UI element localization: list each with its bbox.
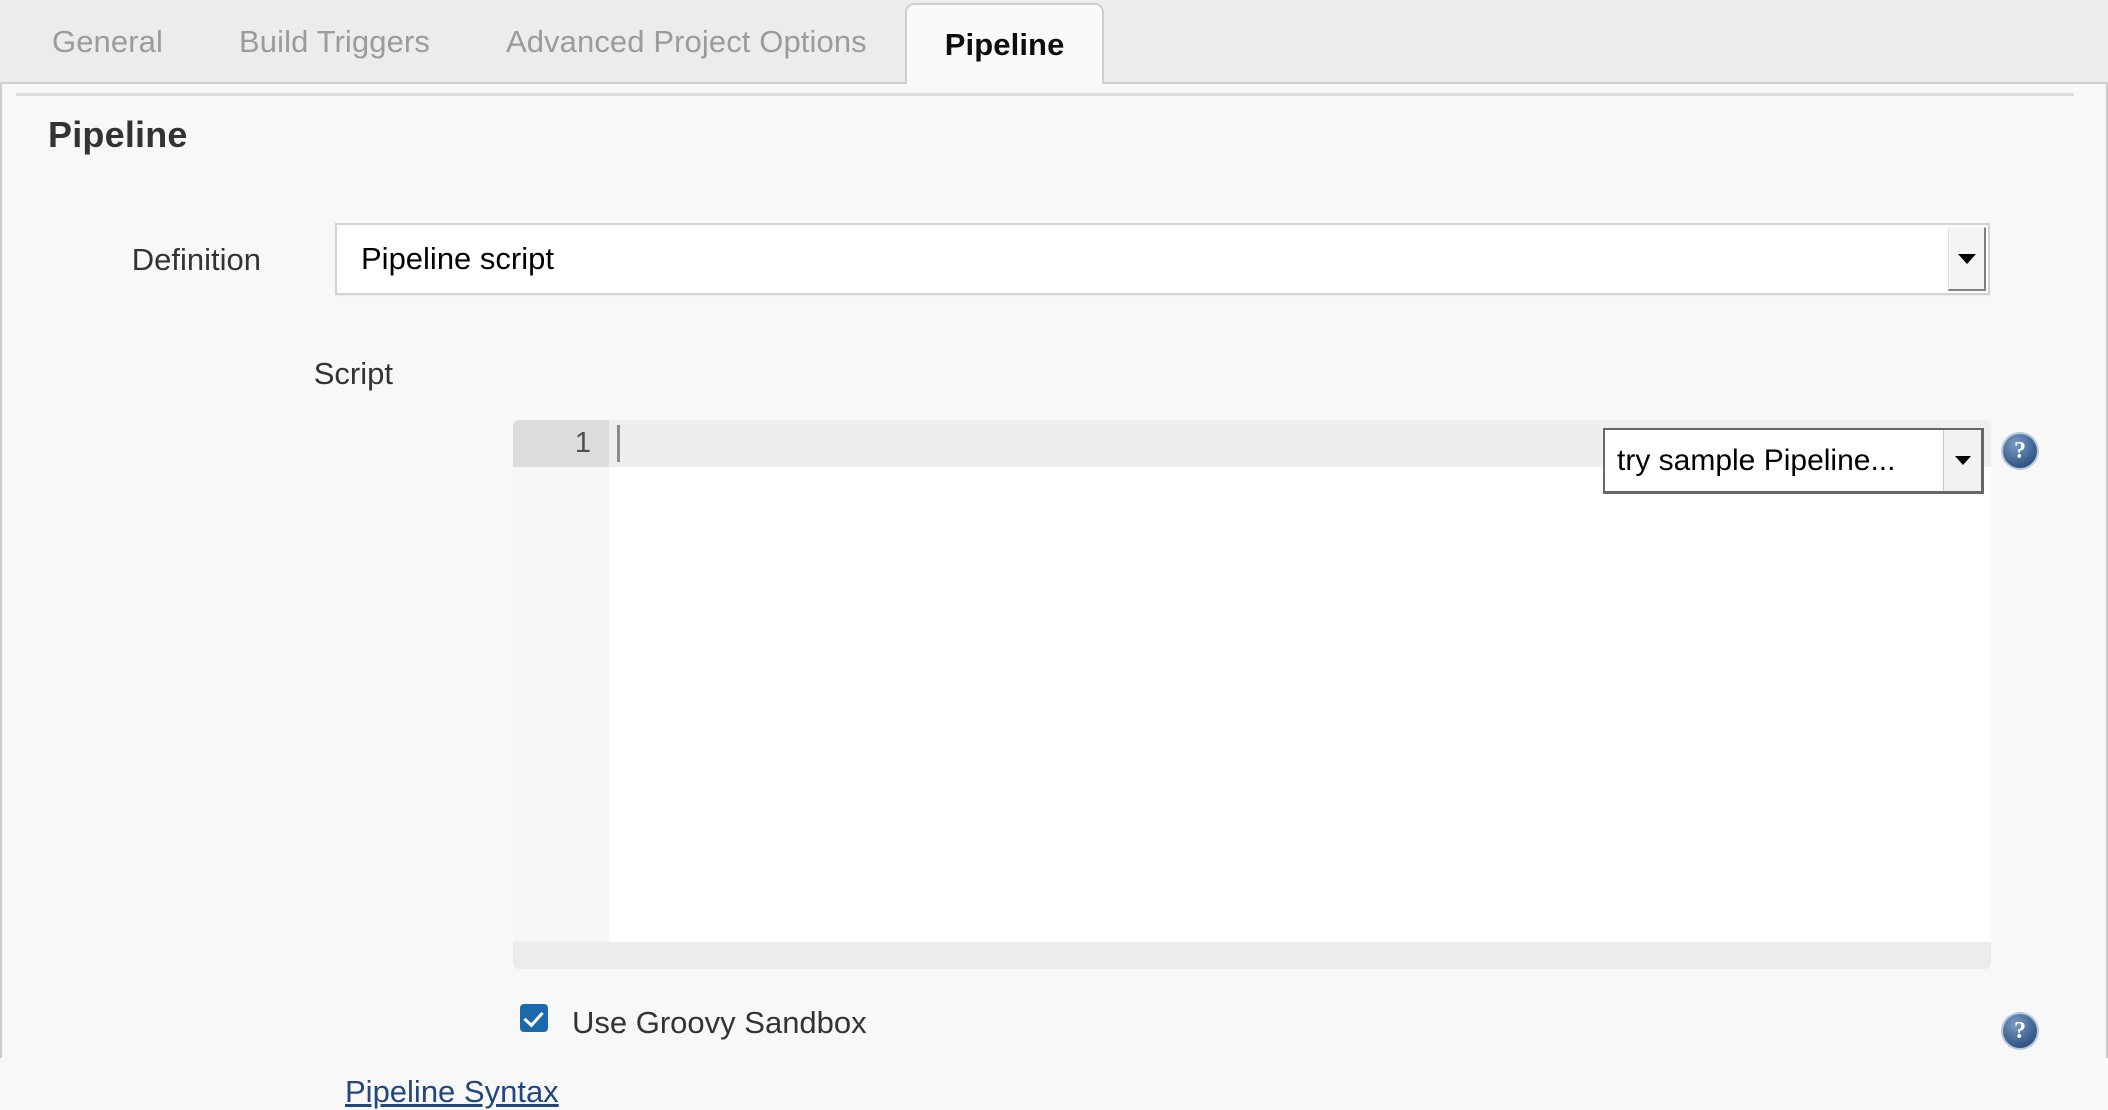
question-mark-glyph: ?	[2014, 437, 2026, 464]
sample-pipeline-select[interactable]: try sample Pipeline...	[1603, 428, 1984, 494]
tab-build-triggers[interactable]: Build Triggers	[201, 0, 468, 84]
definition-select[interactable]: Pipeline script	[335, 223, 1990, 295]
tab-list: General Build Triggers Advanced Project …	[14, 0, 1105, 87]
tab-advanced-project-options[interactable]: Advanced Project Options	[468, 0, 905, 84]
editor-line-number-gutter: 1	[513, 420, 609, 942]
text-cursor-icon	[617, 425, 620, 462]
pipeline-content-panel: Pipeline Definition Pipeline script Scri…	[0, 84, 2108, 1109]
definition-label: Definition	[131, 242, 261, 277]
sample-pipeline-select-button[interactable]	[1943, 430, 1981, 491]
question-mark-glyph: ?	[2014, 1017, 2026, 1044]
script-label: Script	[313, 356, 393, 391]
tab-advanced-project-options-label: Advanced Project Options	[505, 24, 867, 59]
help-icon-sandbox[interactable]: ?	[2003, 1014, 2037, 1048]
check-icon	[523, 1006, 544, 1028]
pipeline-config-page: General Build Triggers Advanced Project …	[0, 0, 2108, 1109]
page-title: Pipeline	[48, 114, 188, 155]
tab-pipeline[interactable]: Pipeline	[904, 3, 1105, 87]
definition-select-button[interactable]	[1948, 227, 1986, 291]
tab-general[interactable]: General	[14, 0, 201, 84]
script-code-editor[interactable]: 1	[513, 420, 1991, 969]
use-groovy-sandbox-checkbox[interactable]	[520, 1004, 548, 1032]
sample-pipeline-select-value: try sample Pipeline...	[1617, 443, 1896, 477]
chevron-down-icon	[1957, 253, 1976, 264]
pipeline-syntax-link[interactable]: Pipeline Syntax	[345, 1074, 559, 1110]
use-groovy-sandbox-label: Use Groovy Sandbox	[572, 1005, 867, 1040]
section-divider	[16, 93, 2074, 96]
editor-line-number: 1	[513, 420, 609, 467]
tab-build-triggers-label: Build Triggers	[239, 24, 430, 59]
definition-select-value: Pipeline script	[361, 241, 554, 276]
config-tab-bar: General Build Triggers Advanced Project …	[0, 0, 2108, 87]
tab-pipeline-label: Pipeline	[944, 26, 1065, 62]
chevron-down-icon	[1954, 456, 1971, 465]
tab-general-label: General	[52, 24, 163, 59]
use-groovy-sandbox-row[interactable]: Use Groovy Sandbox	[520, 1004, 867, 1038]
help-icon-script[interactable]: ?	[2003, 434, 2037, 468]
editor-footer-bar	[513, 942, 1991, 969]
script-editor-body[interactable]: 1	[513, 420, 1991, 942]
